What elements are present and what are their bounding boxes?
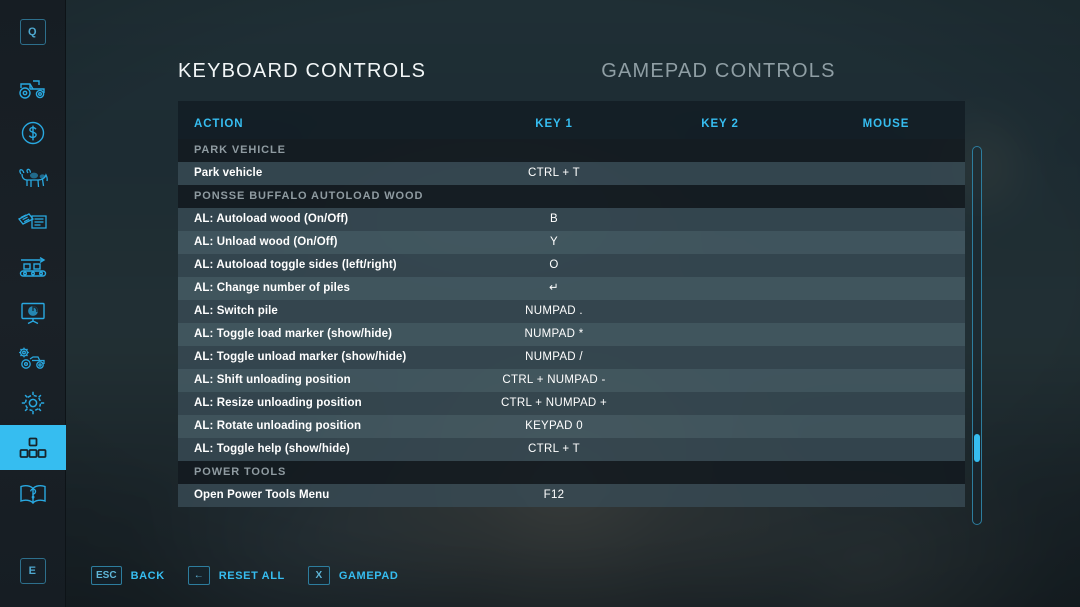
sidebar-item-controls[interactable] xyxy=(0,425,66,470)
cell-action: AL: Change number of piles xyxy=(194,282,350,294)
table-column-headers: ACTION KEY 1 KEY 2 MOUSE xyxy=(178,101,965,139)
cell-key1: ↵ xyxy=(549,282,559,294)
column-header-key1: KEY 1 xyxy=(535,118,573,130)
controls-hierarchy-icon xyxy=(19,436,47,460)
gear-icon xyxy=(20,390,46,416)
cell-key1: CTRL + NUMPAD + xyxy=(500,397,608,409)
tractor-icon xyxy=(17,76,49,100)
table-row[interactable]: AL: Switch pile NUMPAD . xyxy=(178,300,965,323)
sidebar-nav xyxy=(0,65,66,515)
sidebar-item-statistics[interactable] xyxy=(0,290,66,335)
cell-action: Park vehicle xyxy=(194,167,263,179)
table-row[interactable]: AL: Unload wood (On/Off) Y xyxy=(178,231,965,254)
sidebar-item-animals[interactable] xyxy=(0,155,66,200)
dollar-circle-icon xyxy=(20,120,46,146)
table-section-header: PARK VEHICLE xyxy=(178,139,965,162)
table-row[interactable]: AL: Toggle help (show/hide) CTRL + T xyxy=(178,438,965,461)
sidebar-item-settings[interactable] xyxy=(0,380,66,425)
table-row[interactable]: AL: Rotate unloading position KEYPAD 0 xyxy=(178,415,965,438)
table-row[interactable]: Park vehicle CTRL + T xyxy=(178,162,965,185)
table-row[interactable]: AL: Autoload wood (On/Off) B xyxy=(178,208,965,231)
cell-key1: CTRL + NUMPAD - xyxy=(502,374,606,386)
tractor-gear-icon xyxy=(16,346,50,370)
bottom-action-hints: ESC BACK ← RESET ALL X GAMEPAD xyxy=(91,566,421,585)
conveyor-icon xyxy=(17,256,49,280)
sidebar-item-production[interactable] xyxy=(0,245,66,290)
help-book-icon xyxy=(18,480,48,506)
table-row[interactable]: AL: Resize unloading position CTRL + NUMP… xyxy=(178,392,965,415)
sidebar: Q E xyxy=(0,0,66,607)
table-row[interactable]: AL: Toggle unload marker (show/hide) NUMP… xyxy=(178,346,965,369)
cell-action: AL: Toggle help (show/hide) xyxy=(194,443,350,455)
controls-tab-bar: KEYBOARD CONTROLS GAMEPAD CONTROLS xyxy=(178,60,836,83)
cell-action: AL: Toggle load marker (show/hide) xyxy=(194,328,393,340)
cow-icon xyxy=(16,166,50,190)
cell-key1: B xyxy=(550,213,558,225)
cell-action: AL: Switch pile xyxy=(194,305,278,317)
cell-key1: NUMPAD * xyxy=(524,328,584,340)
tab-gamepad-controls[interactable]: GAMEPAD CONTROLS xyxy=(601,60,835,83)
column-header-action: ACTION xyxy=(194,118,244,130)
presentation-board-icon xyxy=(19,301,47,325)
column-header-key2: KEY 2 xyxy=(701,118,739,130)
hint-gamepad[interactable]: X GAMEPAD xyxy=(307,566,399,585)
sidebar-item-finances[interactable] xyxy=(0,110,66,155)
scrollbar-track[interactable] xyxy=(972,146,982,525)
sidebar-item-vehicle-config[interactable] xyxy=(0,335,66,380)
cell-key1: NUMPAD / xyxy=(525,351,583,363)
table-section-header: PONSSE BUFFALO AUTOLOAD WOOD xyxy=(178,185,965,208)
cell-key1: Y xyxy=(550,236,558,248)
cell-key1: F12 xyxy=(543,489,565,501)
hint-keycap-icon: X xyxy=(307,566,330,585)
tab-keyboard-controls[interactable]: KEYBOARD CONTROLS xyxy=(178,60,426,83)
table-section-header: POWER TOOLS xyxy=(178,461,965,484)
hint-keycap-icon: ESC xyxy=(91,566,122,585)
next-tab-key-hint-icon: E xyxy=(19,558,46,584)
sidebar-item-vehicles[interactable] xyxy=(0,65,66,110)
hint-reset-all[interactable]: ← RESET ALL xyxy=(187,566,285,585)
cell-action: Open Power Tools Menu xyxy=(194,489,330,501)
next-tab-key-label: E xyxy=(28,565,37,577)
prev-tab-key-label: Q xyxy=(27,26,38,38)
sidebar-item-help[interactable] xyxy=(0,470,66,515)
cell-action: AL: Toggle unload marker (show/hide) xyxy=(194,351,407,363)
table-row[interactable]: AL: Change number of piles ↵ xyxy=(178,277,965,300)
cell-key1: KEYPAD 0 xyxy=(525,420,583,432)
cell-action: AL: Resize unloading position xyxy=(194,397,362,409)
sidebar-item-contracts[interactable] xyxy=(0,200,66,245)
scrollbar-thumb[interactable] xyxy=(974,434,980,462)
cell-key1: O xyxy=(549,259,559,271)
cell-key1: NUMPAD . xyxy=(525,305,583,317)
controls-table: ACTION KEY 1 KEY 2 MOUSE PARK VEHICLE Par… xyxy=(178,101,965,525)
cell-key1: CTRL + T xyxy=(528,443,580,455)
prev-tab-key-hint-icon: Q xyxy=(19,19,46,45)
cell-action: AL: Autoload toggle sides (left/right) xyxy=(194,259,397,271)
hint-label: GAMEPAD xyxy=(338,569,399,582)
column-header-mouse: MOUSE xyxy=(862,118,910,130)
cell-key1: CTRL + T xyxy=(528,167,580,179)
hint-label: BACK xyxy=(130,569,165,582)
table-scrollbar[interactable] xyxy=(972,146,982,525)
hint-back[interactable]: ESC BACK xyxy=(91,566,165,585)
hint-keycap-icon: ← xyxy=(187,566,210,585)
hint-label: RESET ALL xyxy=(218,569,285,582)
table-row[interactable]: AL: Shift unloading position CTRL + NUMPA… xyxy=(178,369,965,392)
cell-action: AL: Shift unloading position xyxy=(194,374,351,386)
cell-action: AL: Autoload wood (On/Off) xyxy=(194,213,349,225)
table-body: PARK VEHICLE Park vehicle CTRL + T PONSSE B… xyxy=(178,139,965,507)
table-row[interactable]: Open Power Tools Menu F12 xyxy=(178,484,965,507)
table-row[interactable]: AL: Autoload toggle sides (left/right) O xyxy=(178,254,965,277)
table-row[interactable]: AL: Toggle load marker (show/hide) NUMPAD… xyxy=(178,323,965,346)
documents-icon xyxy=(17,211,49,235)
cell-action: AL: Rotate unloading position xyxy=(194,420,362,432)
cell-action: AL: Unload wood (On/Off) xyxy=(194,236,338,248)
